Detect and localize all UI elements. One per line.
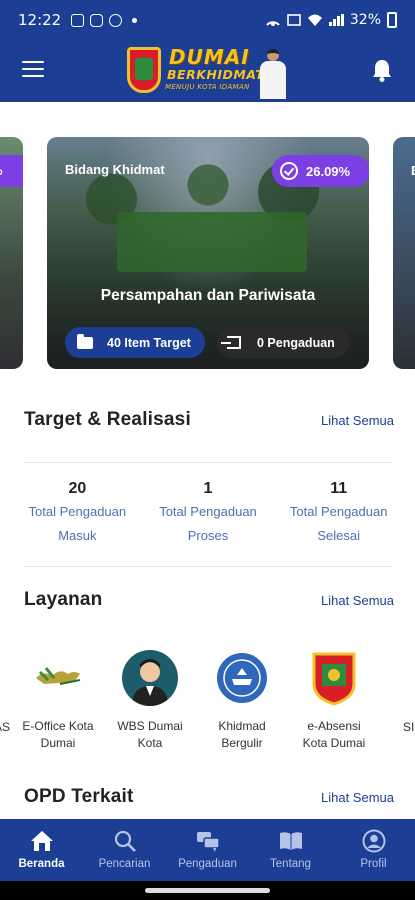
see-all-link[interactable]: Lihat Semua: [321, 413, 394, 428]
chat-icon: [196, 832, 220, 852]
stat-value: 11: [330, 480, 348, 497]
system-icons: 32%: [265, 12, 397, 28]
book-icon: [279, 832, 302, 850]
whatsapp-icon: [109, 13, 123, 27]
check-circle-icon: [280, 162, 298, 180]
notification-icons: [71, 13, 138, 27]
section-title: OPD Terkait: [24, 786, 134, 807]
opd-section-header: OPD Terkait Lihat Semua: [24, 782, 394, 812]
carousel-slide-previous[interactable]: %: [0, 137, 23, 369]
nav-label: Profil: [360, 858, 387, 870]
service-label: E-Office Kota Dumai: [22, 719, 94, 750]
see-all-link[interactable]: Lihat Semua: [321, 790, 394, 805]
complaint-chip-label: 0 Pengaduan: [257, 335, 335, 350]
progress-percent: 26.09%: [306, 163, 351, 179]
login-icon: [221, 336, 241, 349]
service-khidmad[interactable]: Khidmad Bergulir: [202, 640, 282, 752]
nav-pencarian[interactable]: Pencarian: [83, 819, 166, 881]
stat-label: Total Pengaduan Selesai: [289, 504, 388, 543]
home-gesture-handle[interactable]: [145, 888, 270, 893]
gesture-bar: [0, 881, 415, 900]
gallery-icon: [71, 13, 85, 27]
stat-label: Total Pengaduan Proses: [159, 504, 257, 543]
dumai-shield-icon: [306, 650, 362, 706]
battery-icon: [387, 12, 397, 28]
service-label: Khidmad Bergulir: [218, 719, 266, 750]
app-bar: DUMAI BERKHIDMAT MENUJU KOTA IDAMAN: [0, 40, 415, 102]
user-avatar-icon: [122, 650, 178, 706]
slide-title: Persampahan dan Pariwisata: [100, 287, 316, 304]
search-icon: [114, 830, 136, 852]
slide-category: B: [411, 163, 415, 178]
divider: [24, 462, 391, 463]
nav-profil[interactable]: Profil: [332, 819, 415, 881]
nav-label: Pencarian: [98, 858, 151, 870]
home-icon: [30, 831, 53, 851]
service-eoffice[interactable]: E-Office Kota Dumai: [18, 640, 98, 752]
service-label: WBS Dumai Kota: [117, 719, 183, 750]
volte-icon: [287, 14, 301, 26]
carousel-slide-next[interactable]: B: [393, 137, 415, 369]
stat-incoming[interactable]: 20 Total Pengaduan Masuk: [12, 478, 143, 558]
percent-badge: %: [0, 155, 23, 187]
logo-subtitle: BERKHIDMAT: [167, 67, 265, 82]
service-wbs[interactable]: WBS Dumai Kota: [110, 640, 190, 752]
target-chip-label: 40 Item Target: [107, 335, 191, 350]
more-notifications-icon: [132, 17, 138, 23]
nav-pengaduan[interactable]: Pengaduan: [166, 819, 249, 881]
see-all-link[interactable]: Lihat Semua: [321, 593, 394, 608]
status-bar: 12:22 32%: [0, 0, 415, 40]
nav-label: Beranda: [18, 858, 65, 870]
carousel-slide-current[interactable]: Bidang Khidmat 26.09% Persampahan dan Pa…: [47, 137, 369, 369]
services-section-header: Layanan Lihat Semua: [24, 585, 394, 615]
folder-icon: [77, 333, 93, 349]
mayor-figure-icon: [257, 45, 289, 99]
notification-button[interactable]: [371, 58, 393, 82]
service-label: AS: [0, 720, 11, 734]
bottom-navigation: Beranda Pencarian Pengaduan Tentang Prof…: [0, 819, 415, 881]
stat-done[interactable]: 11 Total Pengaduan Selesai: [273, 478, 404, 558]
service-label: SI: [403, 720, 415, 734]
battery-level: 32%: [349, 12, 381, 28]
nav-beranda[interactable]: Beranda: [0, 819, 83, 881]
service-eabsensi[interactable]: e-Absensi Kota Dumai: [294, 640, 374, 752]
logo-title: DUMAI: [169, 45, 250, 69]
complaint-stats: 20 Total Pengaduan Masuk 1 Total Pengadu…: [12, 478, 404, 558]
nav-label: Tentang: [270, 858, 311, 870]
wifi-icon: [307, 14, 322, 26]
status-time: 12:22: [18, 11, 62, 29]
bell-icon: [373, 60, 391, 82]
profile-icon: [362, 829, 385, 853]
stat-value: 1: [203, 480, 213, 497]
nav-tentang[interactable]: Tentang: [249, 819, 332, 881]
stat-value: 20: [68, 480, 87, 497]
divider: [24, 566, 391, 567]
progress-badge: 26.09%: [272, 155, 369, 187]
nav-label: Pengaduan: [178, 858, 237, 870]
program-carousel[interactable]: % Bidang Khidmat 26.09% Persampahan dan …: [0, 137, 415, 369]
eoffice-icon: [30, 650, 86, 706]
stat-process[interactable]: 1 Total Pengaduan Proses: [143, 478, 274, 558]
dumai-shield-icon: [127, 47, 161, 93]
khidmad-logo-icon: [217, 653, 267, 703]
target-section-header: Target & Realisasi Lihat Semua: [24, 405, 394, 435]
services-list[interactable]: AS E-Office Kota Dumai WBS Dumai Kota Kh…: [0, 640, 415, 760]
signal-icon: [328, 14, 344, 26]
app-logo: DUMAI BERKHIDMAT MENUJU KOTA IDAMAN: [127, 45, 292, 99]
instagram-icon: [90, 13, 104, 27]
section-title: Layanan: [24, 589, 103, 610]
stat-label: Total Pengaduan Masuk: [28, 504, 127, 543]
complaint-chip[interactable]: 0 Pengaduan: [217, 327, 349, 358]
slide-category: Bidang Khidmat: [65, 162, 165, 177]
section-title: Target & Realisasi: [24, 409, 191, 430]
logo-tagline: MENUJU KOTA IDAMAN: [165, 83, 250, 91]
menu-button[interactable]: [22, 61, 44, 79]
hotspot-icon: [266, 21, 280, 26]
target-chip[interactable]: 40 Item Target: [65, 327, 205, 358]
service-label: e-Absensi Kota Dumai: [302, 719, 366, 750]
